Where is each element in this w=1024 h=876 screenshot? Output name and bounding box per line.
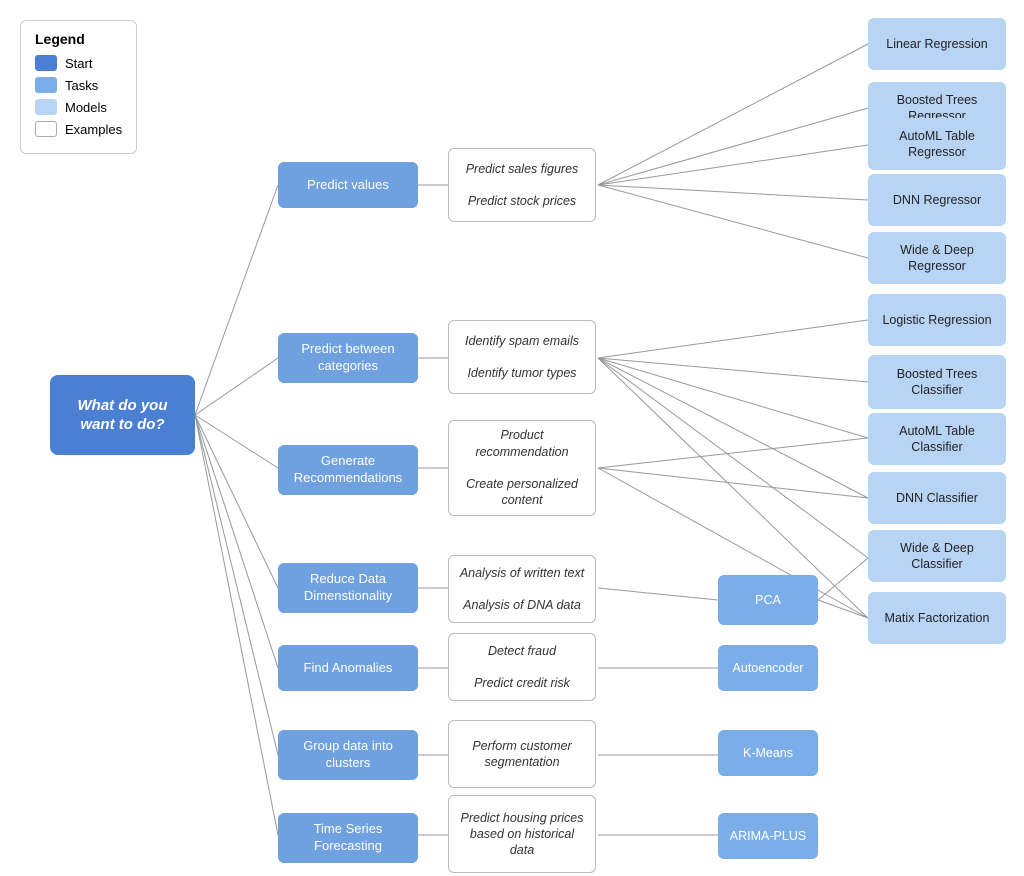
task-predict-values[interactable]: Predict values bbox=[278, 162, 418, 208]
start-label: What do youwant to do? bbox=[78, 396, 168, 435]
task-predict-between[interactable]: Predict betweencategories bbox=[278, 333, 418, 383]
legend-label-examples: Examples bbox=[65, 122, 122, 137]
model-dnn-cls[interactable]: DNN Classifier bbox=[868, 472, 1006, 524]
legend-label-tasks: Tasks bbox=[65, 78, 98, 93]
task-predict-values-label: Predict values bbox=[307, 177, 389, 194]
model-boosted-cls-label: Boosted TreesClassifier bbox=[897, 366, 978, 399]
example-anomaly-label: Detect fraudPredict credit risk bbox=[474, 643, 570, 692]
legend-color-models bbox=[35, 99, 57, 115]
legend-color-examples bbox=[35, 121, 57, 137]
example-spam-label: Identify spam emailsIdentify tumor types bbox=[465, 333, 579, 382]
task-group-clusters[interactable]: Group data intoclusters bbox=[278, 730, 418, 780]
task-time-series-label: Time SeriesForecasting bbox=[314, 821, 383, 855]
model-matrix-fact[interactable]: Matix Factorization bbox=[868, 592, 1006, 644]
model-arima-label: ARIMA-PLUS bbox=[730, 828, 806, 844]
task-time-series[interactable]: Time SeriesForecasting bbox=[278, 813, 418, 863]
task-generate-rec-label: GenerateRecommendations bbox=[294, 453, 402, 487]
task-reduce-dim-label: Reduce DataDimenstionality bbox=[304, 571, 392, 605]
example-predict-values-label: Predict sales figuresPredict stock price… bbox=[466, 161, 579, 210]
example-dim: Analysis of written textAnalysis of DNA … bbox=[448, 555, 596, 623]
legend-item-start: Start bbox=[35, 55, 122, 71]
example-cluster-label: Perform customersegmentation bbox=[472, 738, 571, 771]
model-kmeans[interactable]: K-Means bbox=[718, 730, 818, 776]
example-predict-values: Predict sales figuresPredict stock price… bbox=[448, 148, 596, 222]
model-wide-deep-reg[interactable]: Wide & DeepRegressor bbox=[868, 232, 1006, 284]
model-dnn-cls-label: DNN Classifier bbox=[896, 490, 978, 506]
model-dnn-reg-label: DNN Regressor bbox=[893, 192, 981, 208]
legend-color-tasks bbox=[35, 77, 57, 93]
model-autoencoder-label: Autoencoder bbox=[733, 660, 804, 676]
model-arima[interactable]: ARIMA-PLUS bbox=[718, 813, 818, 859]
start-node: What do youwant to do? bbox=[50, 375, 195, 455]
legend-label-start: Start bbox=[65, 56, 92, 71]
task-find-anomalies-label: Find Anomalies bbox=[304, 660, 393, 677]
model-wide-deep-cls-label: Wide & DeepClassifier bbox=[900, 540, 974, 573]
model-autoencoder[interactable]: Autoencoder bbox=[718, 645, 818, 691]
model-logistic-reg-label: Logistic Regression bbox=[882, 312, 991, 328]
example-ts: Predict housing pricesbased on historica… bbox=[448, 795, 596, 873]
model-pca-label: PCA bbox=[755, 592, 781, 608]
model-kmeans-label: K-Means bbox=[743, 745, 793, 761]
legend-color-start bbox=[35, 55, 57, 71]
model-boosted-cls[interactable]: Boosted TreesClassifier bbox=[868, 355, 1006, 409]
model-automl-cls-label: AutoML TableClassifier bbox=[899, 423, 975, 456]
example-rec-label: ProductrecommendationCreate personalized… bbox=[466, 427, 578, 508]
legend-item-examples: Examples bbox=[35, 121, 122, 137]
model-automl-reg-label: AutoML TableRegressor bbox=[899, 128, 975, 161]
example-rec: ProductrecommendationCreate personalized… bbox=[448, 420, 596, 516]
model-logistic-reg[interactable]: Logistic Regression bbox=[868, 294, 1006, 346]
legend: Legend Start Tasks Models Examples bbox=[20, 20, 137, 154]
legend-item-models: Models bbox=[35, 99, 122, 115]
model-pca[interactable]: PCA bbox=[718, 575, 818, 625]
example-cluster: Perform customersegmentation bbox=[448, 720, 596, 788]
legend-title: Legend bbox=[35, 31, 122, 47]
example-dim-label: Analysis of written textAnalysis of DNA … bbox=[460, 565, 584, 614]
example-spam: Identify spam emailsIdentify tumor types bbox=[448, 320, 596, 394]
example-anomaly: Detect fraudPredict credit risk bbox=[448, 633, 596, 701]
model-linear-reg[interactable]: Linear Regression bbox=[868, 18, 1006, 70]
model-linear-reg-label: Linear Regression bbox=[886, 36, 987, 52]
example-ts-label: Predict housing pricesbased on historica… bbox=[461, 810, 584, 859]
task-group-clusters-label: Group data intoclusters bbox=[303, 738, 393, 772]
task-reduce-dim[interactable]: Reduce DataDimenstionality bbox=[278, 563, 418, 613]
model-automl-cls[interactable]: AutoML TableClassifier bbox=[868, 413, 1006, 465]
legend-label-models: Models bbox=[65, 100, 107, 115]
model-matrix-fact-label: Matix Factorization bbox=[885, 610, 990, 626]
task-generate-rec[interactable]: GenerateRecommendations bbox=[278, 445, 418, 495]
model-wide-deep-reg-label: Wide & DeepRegressor bbox=[900, 242, 974, 275]
legend-item-tasks: Tasks bbox=[35, 77, 122, 93]
model-wide-deep-cls[interactable]: Wide & DeepClassifier bbox=[868, 530, 1006, 582]
model-dnn-reg[interactable]: DNN Regressor bbox=[868, 174, 1006, 226]
task-find-anomalies[interactable]: Find Anomalies bbox=[278, 645, 418, 691]
task-predict-between-label: Predict betweencategories bbox=[301, 341, 394, 375]
model-automl-reg[interactable]: AutoML TableRegressor bbox=[868, 118, 1006, 170]
